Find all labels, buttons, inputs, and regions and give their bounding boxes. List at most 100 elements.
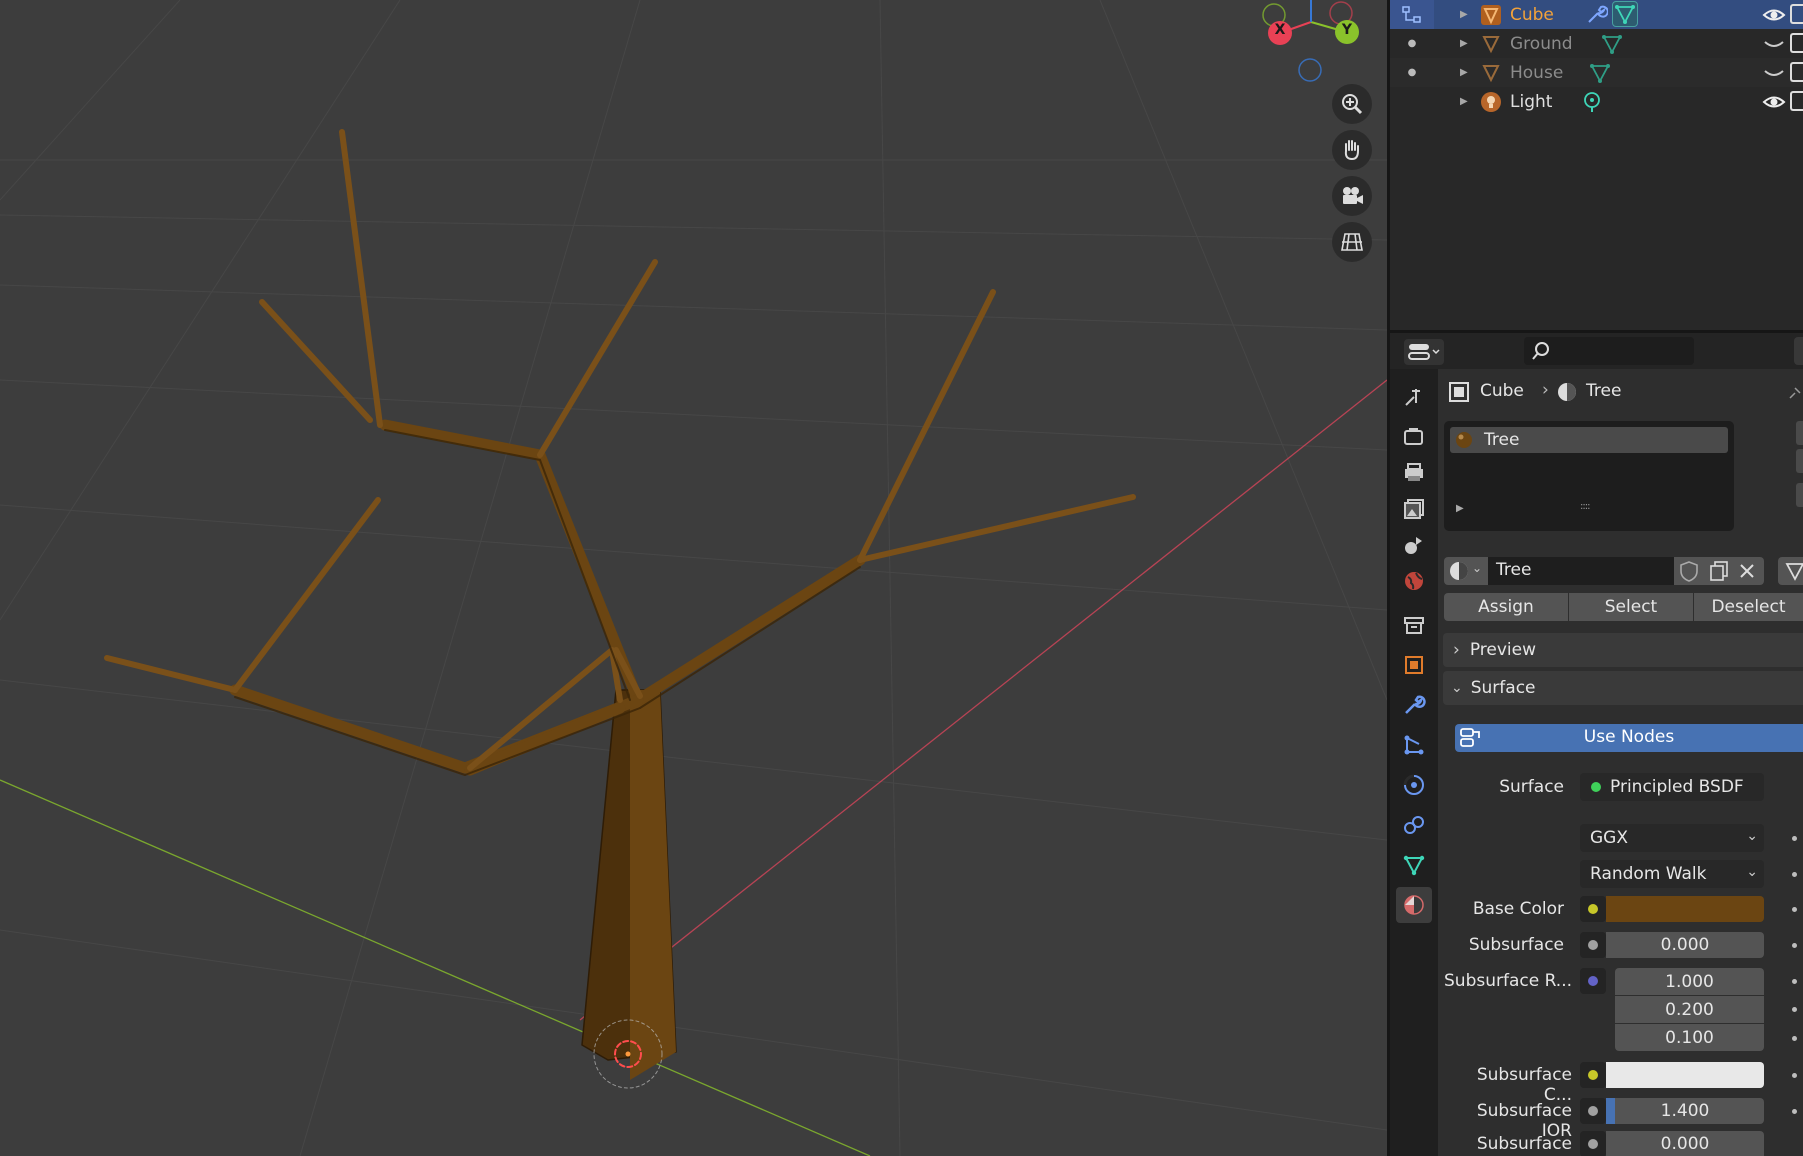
pin-button[interactable] [1794, 337, 1803, 365]
outliner-item-label[interactable]: Cube [1510, 5, 1554, 25]
surface-shader-selector[interactable]: Principled BSDF [1580, 773, 1764, 801]
material-slot-item[interactable]: Tree [1450, 427, 1728, 453]
gizmo-x-label[interactable]: X [1268, 22, 1292, 38]
browse-material-button[interactable]: ⌄ [1444, 557, 1488, 585]
subsurface-ior-value[interactable]: 1.400 [1606, 1098, 1764, 1124]
keyframe-dot[interactable] [1792, 943, 1797, 948]
pan-view-button[interactable] [1332, 130, 1372, 170]
keyframe-dot[interactable] [1792, 872, 1797, 877]
subsurface-radius-y-field[interactable]: 0.200 [1615, 996, 1764, 1023]
subsurface-color-socket[interactable] [1580, 1062, 1606, 1088]
keyframe-dot[interactable] [1792, 1007, 1797, 1012]
zoom-view-button[interactable] [1332, 84, 1372, 124]
keyframe-dot[interactable] [1792, 1073, 1797, 1078]
outliner-item-label[interactable]: Ground [1510, 34, 1573, 54]
expand-arrow-icon[interactable]: ▶ [1460, 67, 1468, 78]
pin-icon[interactable] [1788, 386, 1802, 400]
perspective-toggle-button[interactable] [1332, 222, 1372, 262]
tab-tool[interactable] [1396, 379, 1432, 415]
material-name-field[interactable]: Tree [1488, 557, 1674, 585]
subsurface-socket[interactable] [1580, 932, 1606, 958]
material-slot-name[interactable]: Tree [1484, 430, 1519, 450]
tab-material[interactable] [1396, 887, 1432, 923]
keyframe-dot[interactable] [1792, 836, 1797, 841]
outliner-item-label[interactable]: Light [1510, 92, 1552, 112]
base-color-socket[interactable] [1580, 896, 1606, 922]
use-nodes-label[interactable]: Use Nodes [1455, 727, 1803, 747]
preview-panel-header[interactable]: › Preview [1443, 633, 1803, 667]
tab-constraints[interactable] [1396, 807, 1432, 843]
resize-handle-icon[interactable]: :::: [1580, 501, 1591, 512]
subsurface-anisotropy-field[interactable]: 0.000 [1606, 1131, 1764, 1156]
expand-arrow-icon[interactable]: ▶ [1460, 96, 1468, 107]
outliner-item-label[interactable]: House [1510, 63, 1563, 83]
link-data-button[interactable] [1778, 557, 1803, 585]
subsurface-radius-socket[interactable] [1580, 968, 1606, 994]
tab-modifiers[interactable] [1396, 687, 1432, 723]
surface-shader-value[interactable]: Principled BSDF [1610, 777, 1744, 797]
viewport-scene[interactable] [0, 0, 1387, 1156]
expand-arrow-icon[interactable]: ▶ [1460, 38, 1468, 49]
wrench-modifier-icon[interactable] [1584, 3, 1608, 27]
eye-closed-icon[interactable] [1762, 64, 1786, 82]
slot-menu-button[interactable] [1796, 483, 1803, 507]
tab-data[interactable] [1396, 847, 1432, 883]
tab-physics[interactable] [1396, 767, 1432, 803]
subsurface-radius-z-field[interactable]: 0.100 [1615, 1024, 1764, 1051]
remove-slot-button[interactable] [1796, 449, 1803, 473]
keyframe-dot[interactable] [1792, 1036, 1797, 1041]
render-camera-icon[interactable] [1790, 4, 1803, 24]
subsurface-radius-x-field[interactable]: 1.000 [1615, 968, 1764, 995]
eye-icon[interactable] [1762, 93, 1786, 111]
render-camera-icon[interactable] [1790, 62, 1803, 82]
eye-icon[interactable] [1762, 6, 1786, 24]
tab-scene[interactable] [1396, 527, 1432, 563]
select-button[interactable]: Select [1569, 593, 1693, 621]
tab-particles[interactable] [1396, 727, 1432, 763]
subsurface-color-swatch[interactable] [1606, 1062, 1764, 1088]
deselect-button[interactable]: Deselect [1694, 593, 1803, 621]
tab-render[interactable] [1396, 419, 1432, 455]
expand-arrow-icon[interactable]: ▶ [1456, 503, 1464, 514]
assign-button[interactable]: Assign [1444, 593, 1568, 621]
render-camera-icon[interactable] [1790, 33, 1803, 53]
distribution-value[interactable]: GGX [1590, 828, 1628, 848]
fake-user-shield-icon[interactable] [1678, 560, 1700, 582]
subsurface-method-dropdown[interactable]: Random Walk ⌄ [1580, 860, 1764, 888]
eye-closed-icon[interactable] [1762, 35, 1786, 53]
tab-object[interactable] [1396, 647, 1432, 683]
outliner-row-house[interactable]: ● ▶ House [1390, 58, 1803, 87]
close-icon[interactable] [1736, 560, 1758, 582]
subsurface-anisotropy-socket[interactable] [1580, 1131, 1606, 1156]
camera-view-button[interactable] [1332, 176, 1372, 216]
keyframe-dot[interactable] [1792, 1109, 1797, 1114]
editor-type-button[interactable] [1404, 339, 1444, 365]
mesh-data-icon[interactable] [1588, 61, 1612, 85]
keyframe-dot[interactable] [1792, 979, 1797, 984]
3d-viewport[interactable]: X Y [0, 0, 1387, 1156]
mesh-data-icon[interactable] [1600, 32, 1624, 56]
outliner-row-cube[interactable]: ▶ Cube [1390, 0, 1803, 29]
use-nodes-button[interactable]: Use Nodes [1455, 724, 1803, 752]
expand-arrow-icon[interactable]: ▶ [1460, 9, 1468, 20]
surface-panel-header[interactable]: ⌄ Surface [1443, 671, 1803, 705]
keyframe-dot[interactable] [1792, 907, 1797, 912]
duplicate-icon[interactable] [1708, 560, 1730, 582]
subsurface-ior-socket[interactable] [1580, 1098, 1606, 1124]
render-camera-icon[interactable] [1790, 91, 1803, 111]
outliner-row-ground[interactable]: ● ▶ Ground [1390, 29, 1803, 58]
light-data-icon[interactable] [1580, 90, 1604, 114]
subsurface-method-value[interactable]: Random Walk [1590, 864, 1707, 884]
subsurface-value-field[interactable]: 0.000 [1606, 932, 1764, 958]
material-name-value[interactable]: Tree [1496, 560, 1531, 580]
tab-world[interactable] [1396, 563, 1432, 599]
distribution-dropdown[interactable]: GGX ⌄ [1580, 824, 1764, 852]
add-slot-button[interactable] [1796, 421, 1803, 445]
tab-collection[interactable] [1396, 607, 1432, 643]
base-color-swatch[interactable] [1606, 896, 1764, 922]
mesh-data-icon[interactable] [1612, 1, 1638, 27]
tab-output[interactable] [1396, 455, 1432, 491]
properties-search-input[interactable] [1524, 337, 1694, 365]
outliner-row-light[interactable]: ▶ Light [1390, 87, 1803, 116]
tab-view-layer[interactable] [1396, 491, 1432, 527]
